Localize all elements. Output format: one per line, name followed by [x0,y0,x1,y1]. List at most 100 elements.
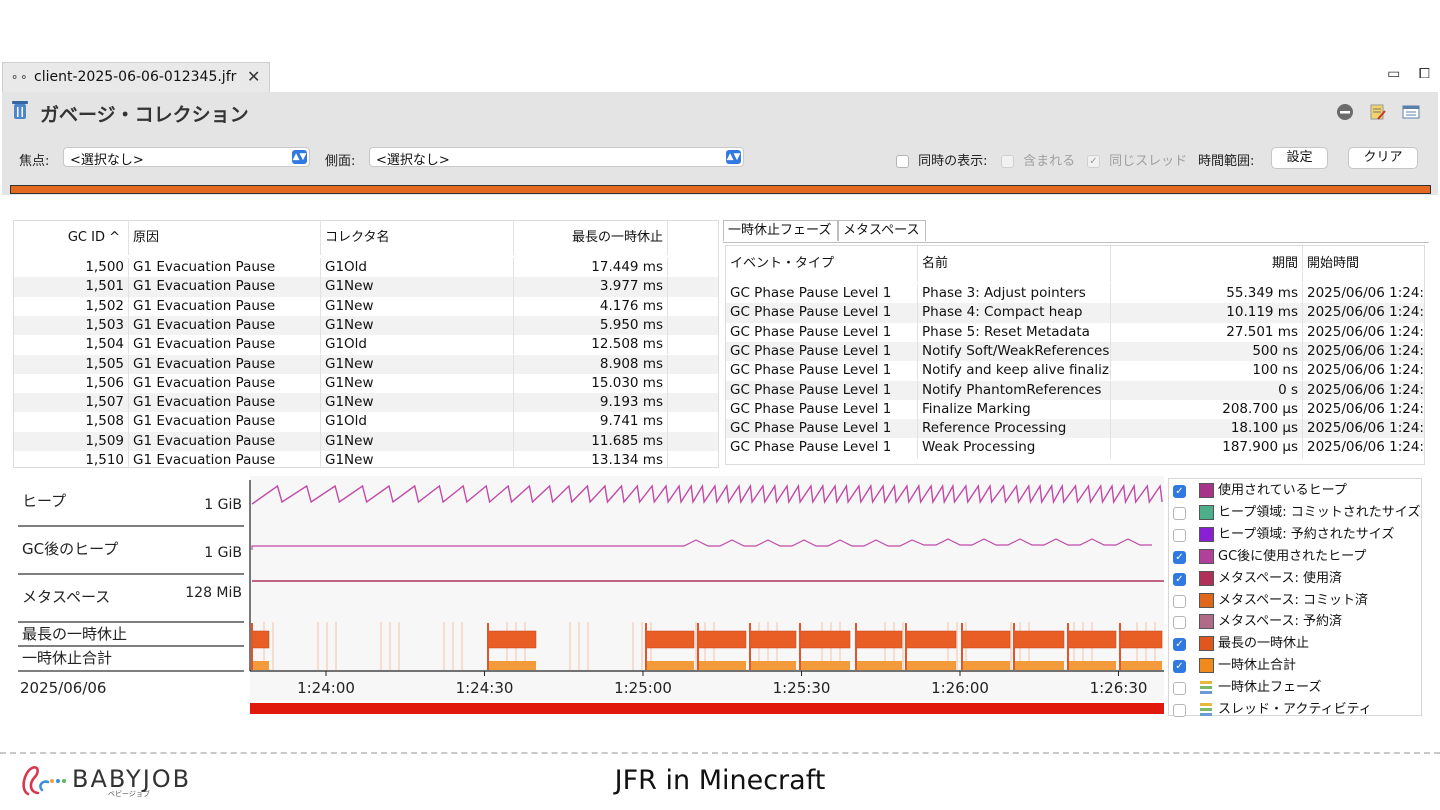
table-row[interactable]: GC Phase Pause Level 1 Reference Processi… [726,419,1424,439]
phase-table: イベント・タイプ 名前 期間 開始時間 GC Phase Pause Level… [725,245,1425,465]
maximize-icon[interactable]: ⧠ [1419,66,1430,82]
edit-page-icon[interactable] [1369,104,1387,125]
legend-checkbox[interactable] [1173,704,1186,717]
tab-pause-phases[interactable]: 一時休止フェーズ [723,220,838,241]
legend-item[interactable]: ✓ 一時休止合計 [1173,656,1423,676]
table-row[interactable]: GC Phase Pause Level 1 Notify PhantomRefe… [726,380,1424,400]
same-thread-checkbox[interactable]: ✓ [1087,155,1100,168]
contained-checkbox-group: 含まれる [1001,150,1075,169]
table-row[interactable]: 1,510 G1 Evacuation Pause G1New 13.134 ms [14,451,718,467]
set-button[interactable]: 設定 [1271,147,1328,169]
time-range-bar[interactable] [10,185,1431,194]
time-range-label: 時間範囲: [1198,154,1255,169]
table-cell: 2025/06/06 1:24: [1307,342,1424,359]
contained-checkbox[interactable] [1001,155,1014,168]
legend-checkbox[interactable]: ✓ [1173,660,1186,674]
legend-item[interactable]: ✓ メタスペース: 使用済 [1173,569,1423,589]
col-gc-id[interactable]: GC ID ^ [14,221,129,255]
table-cell: 1,502 [14,296,129,316]
table-cell: GC Phase Pause Level 1 [726,361,918,381]
table-row[interactable]: GC Phase Pause Level 1 Phase 3: Adjust po… [726,284,1424,304]
legend-swatch [1199,483,1214,498]
table-row[interactable]: GC Phase Pause Level 1 Notify and keep al… [726,361,1424,381]
aspect-select[interactable]: <選択なし> ▲▼ [369,147,744,168]
table-row[interactable]: 1,503 G1 Evacuation Pause G1New 5.950 ms [14,315,718,336]
legend-item[interactable]: ✓ GC後に使用されたヒープ [1173,547,1423,567]
legend-item[interactable]: スレッド・アクティビティ [1173,700,1423,720]
table-row[interactable]: GC Phase Pause Level 1 Notify Soft/WeakRe… [726,341,1424,362]
table-row[interactable]: 1,507 G1 Evacuation Pause G1New 9.193 ms [14,393,718,413]
table-cell: 1,510 [14,451,129,467]
timeline-svg[interactable]: ヒープ 1 GiB GC後のヒープ 1 GiB メタスペース 128 MiB 最長の一時休止… [14,476,1164,716]
table-row[interactable]: 1,504 G1 Evacuation Pause G1Old 12.508 ms [14,335,718,355]
table-cell: 500 ns [1111,341,1303,362]
legend-checkbox[interactable]: ✓ [1173,485,1186,498]
clear-button[interactable]: クリア [1348,147,1418,169]
time-selection-bar[interactable] [250,703,1164,714]
legend-checkbox[interactable]: ✓ [1173,550,1186,564]
legend-item[interactable]: メタスペース: コミット済 [1173,591,1423,611]
table-cell: 3.977 ms [514,277,668,297]
tab-metaspace[interactable]: メタスペース [838,220,926,241]
table-cell: 1,507 [14,393,129,413]
close-icon[interactable]: ✕ [247,67,260,86]
legend-label: メタスペース: コミット済 [1218,592,1368,608]
table-row[interactable]: GC Phase Pause Level 1 Finalize Marking 20… [726,399,1424,420]
table-row[interactable]: 1,505 G1 Evacuation Pause G1New 8.908 ms [14,354,718,374]
legend-checkbox[interactable] [1173,506,1186,520]
col-duration[interactable]: 期間 [1111,246,1303,282]
col-start-time[interactable]: 開始時間 [1303,246,1424,282]
table-cell: Phase 4: Compact heap [918,303,1111,323]
legend-item[interactable]: ✓ 使用されているヒープ [1173,481,1423,501]
x-tick-label: 1:24:30 [456,679,514,697]
minus-circle-icon[interactable] [1336,104,1354,125]
chart-legend: ✓ 使用されているヒープ ヒープ領域: コミットされたサイズ ヒープ領域: 予約された… [1168,478,1423,717]
table-cell: Notify Soft/WeakReferences [918,341,1111,362]
gc-timeline-chart: ヒープ 1 GiB GC後のヒープ 1 GiB メタスペース 128 MiB 最長の一時休止… [14,476,1164,716]
header-toolbar [1326,103,1420,125]
legend-item[interactable]: ヒープ領域: コミットされたサイズ [1173,503,1423,523]
col-name[interactable]: 名前 [918,246,1111,282]
table-row[interactable]: 1,502 G1 Evacuation Pause G1New 4.176 ms [14,296,718,316]
table-row[interactable]: 1,501 G1 Evacuation Pause G1New 3.977 ms [14,277,718,297]
col-event-type[interactable]: イベント・タイプ [726,246,918,282]
table-cell: 10.119 ms [1111,303,1303,323]
col-collector[interactable]: コレクタ名 [321,221,514,255]
minimize-icon[interactable]: ▭ [1387,66,1400,82]
legend-item[interactable]: 一時休止フェーズ [1173,678,1423,698]
focus-select[interactable]: <選択なし> ▲▼ [63,147,310,168]
table-cell: 2025/06/06 1:24: [1307,400,1424,417]
table-row[interactable]: 1,500 G1 Evacuation Pause G1Old 17.449 ms [14,258,718,278]
table-row[interactable]: GC Phase Pause Level 1 Phase 5: Reset Met… [726,322,1424,342]
table-cell: G1 Evacuation Pause [129,315,321,336]
recording-tab[interactable]: ⚬⚬ client-2025-06-06-012345.jfr ✕ [2,62,270,92]
col-cause[interactable]: 原因 [129,221,321,255]
x-tick-label: 1:25:00 [614,679,672,697]
legend-checkbox[interactable] [1173,594,1186,608]
table-cell: 1,500 [14,258,129,278]
table-cell: Weak Processing [918,438,1111,458]
longest-pause-bar [855,630,903,649]
table-row[interactable]: GC Phase Pause Level 1 Weak Processing 187… [726,438,1424,458]
table-cell: 11.685 ms [514,431,668,451]
legend-label: メタスペース: 予約済 [1218,614,1342,630]
stack-icon [1199,680,1214,695]
window-layout-icon[interactable] [1402,105,1420,125]
legend-checkbox[interactable] [1173,528,1186,542]
col-longest-pause[interactable]: 最長の一時休止 [514,221,668,255]
legend-item[interactable]: ✓ 最長の一時休止 [1173,634,1423,654]
table-row[interactable]: 1,506 G1 Evacuation Pause G1New 15.030 ms [14,373,718,394]
table-cell: 1,504 [14,335,129,355]
legend-item[interactable]: ヒープ領域: 予約されたサイズ [1173,525,1423,545]
concurrent-checkbox[interactable] [896,155,909,168]
table-row[interactable]: 1,508 G1 Evacuation Pause G1Old 9.741 ms [14,412,718,432]
legend-item[interactable]: メタスペース: 予約済 [1173,612,1423,632]
table-cell: G1 Evacuation Pause [129,431,321,451]
legend-checkbox[interactable] [1173,616,1186,630]
table-row[interactable]: 1,509 G1 Evacuation Pause G1New 11.685 ms [14,431,718,451]
legend-checkbox[interactable]: ✓ [1173,572,1186,586]
legend-checkbox[interactable] [1173,682,1186,696]
table-row[interactable]: GC Phase Pause Level 1 Phase 4: Compact h… [726,303,1424,323]
legend-checkbox[interactable]: ✓ [1173,638,1186,652]
aspect-select-value: <選択なし> [376,153,450,168]
